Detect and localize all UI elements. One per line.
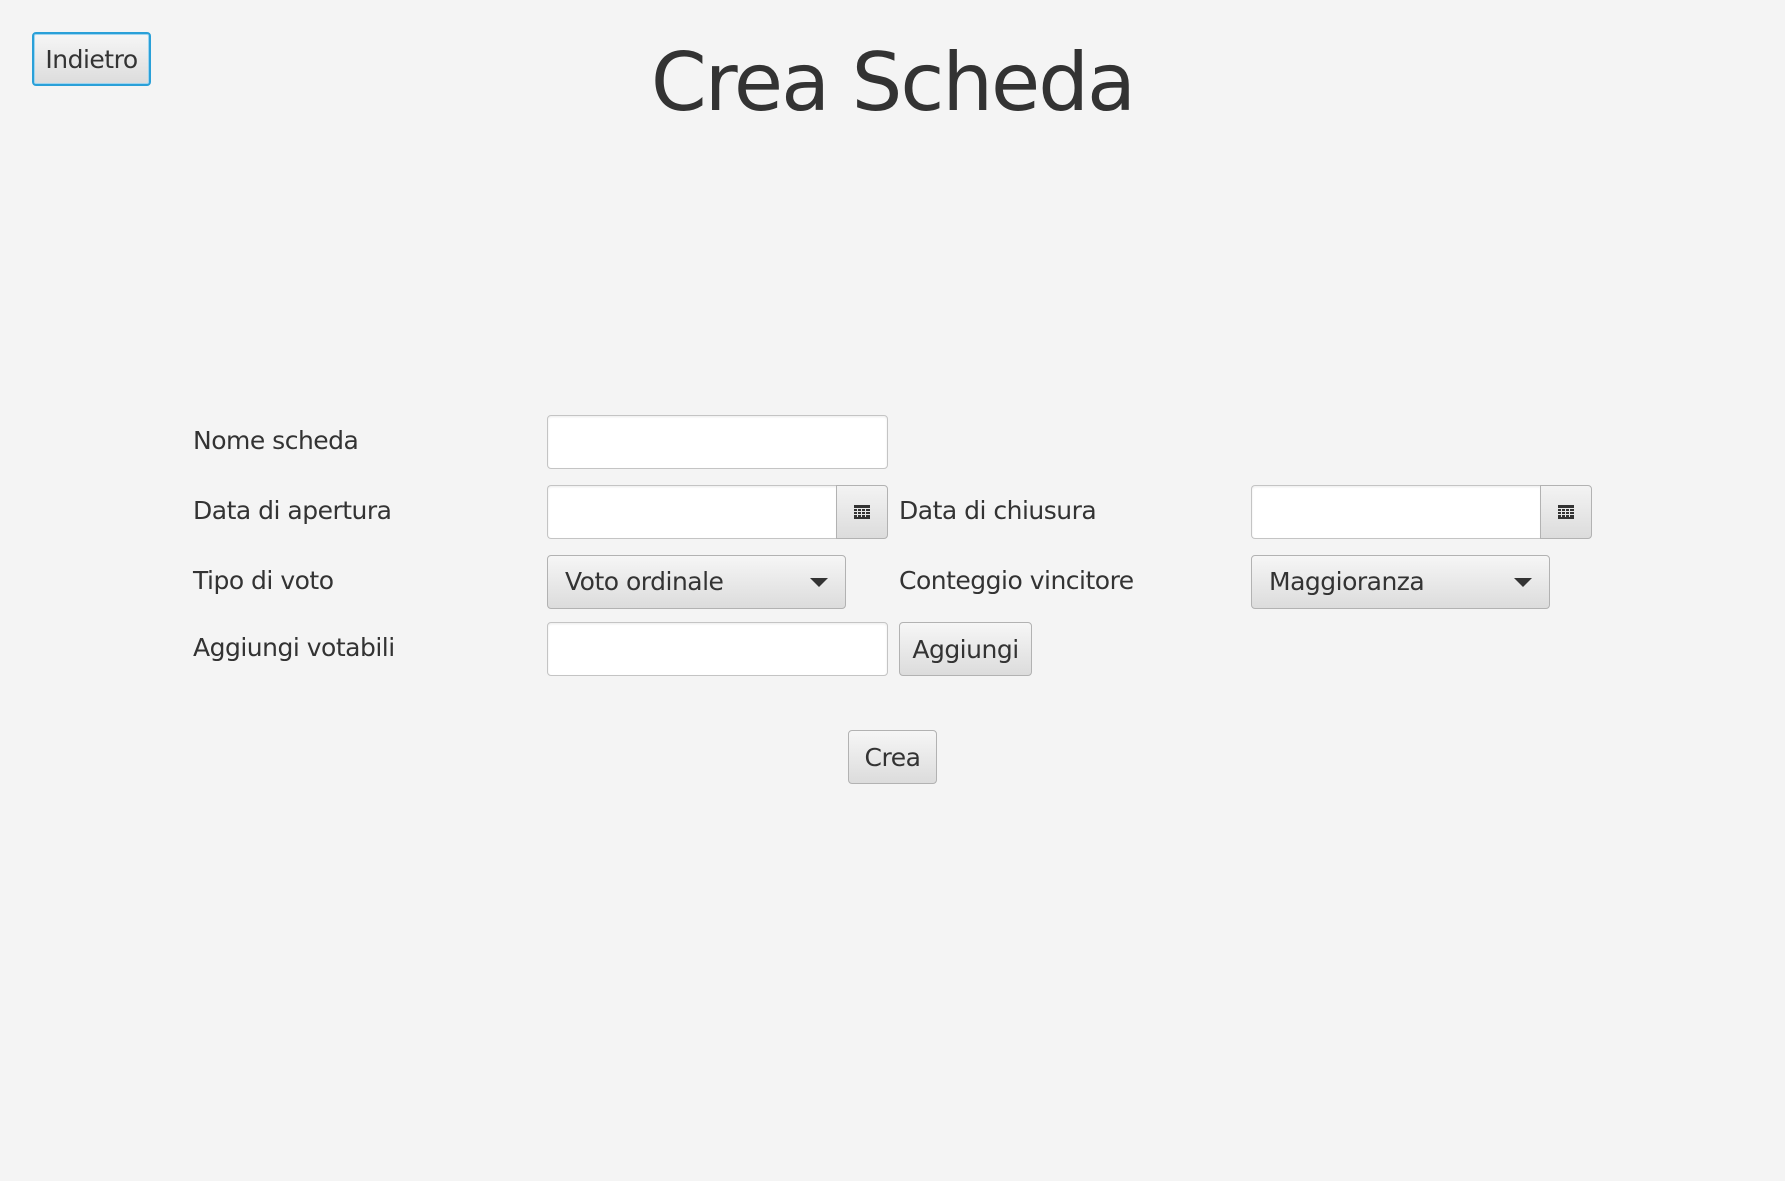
data-chiusura-picker [1251, 485, 1592, 539]
tipo-voto-selected: Voto ordinale [565, 567, 724, 596]
data-apertura-label: Data di apertura [193, 496, 392, 525]
aggiungi-votabili-label: Aggiungi votabili [193, 633, 395, 662]
conteggio-vincitore-selected: Maggioranza [1269, 567, 1425, 596]
tipo-voto-label: Tipo di voto [193, 566, 334, 595]
chevron-down-icon [810, 578, 828, 587]
data-apertura-picker [547, 485, 888, 539]
data-apertura-input[interactable] [547, 485, 837, 539]
conteggio-vincitore-label: Conteggio vincitore [899, 566, 1134, 595]
page-title: Crea Scheda [650, 36, 1136, 129]
data-chiusura-label: Data di chiusura [899, 496, 1097, 525]
chevron-down-icon [1514, 578, 1532, 587]
data-apertura-calendar-button[interactable] [836, 485, 888, 539]
crea-button[interactable]: Crea [848, 730, 937, 784]
conteggio-vincitore-select[interactable]: Maggioranza [1251, 555, 1550, 609]
tipo-voto-select[interactable]: Voto ordinale [547, 555, 846, 609]
data-chiusura-calendar-button[interactable] [1540, 485, 1592, 539]
data-chiusura-input[interactable] [1251, 485, 1541, 539]
nome-scheda-input[interactable] [547, 415, 888, 469]
app-window: Indietro Crea Scheda Nome scheda Data di… [0, 0, 1785, 1181]
aggiungi-votabili-input[interactable] [547, 622, 888, 676]
calendar-icon [854, 505, 870, 519]
calendar-icon [1558, 505, 1574, 519]
nome-scheda-label: Nome scheda [193, 426, 359, 455]
aggiungi-button[interactable]: Aggiungi [899, 622, 1032, 676]
